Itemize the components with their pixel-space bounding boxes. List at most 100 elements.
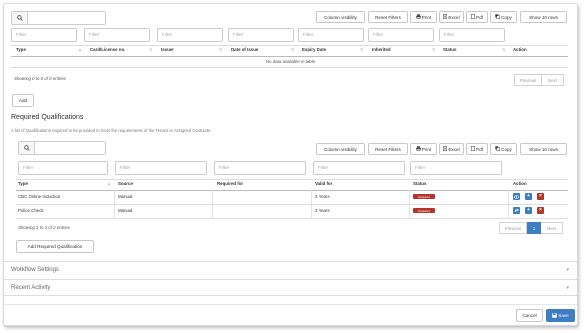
page-1-button[interactable]: 1 (527, 222, 541, 234)
button-label: Excel (448, 146, 460, 152)
filter-input[interactable]: Filter (298, 28, 364, 42)
pdf-button[interactable]: Pdf (466, 143, 488, 155)
button-label: Print (421, 146, 432, 152)
next-page-button[interactable]: Next (541, 222, 563, 234)
filter-input[interactable]: Filter (11, 28, 77, 42)
cell-valid-for: 3 Years (315, 194, 330, 199)
sort-icon[interactable]: ⇅ (502, 47, 505, 52)
previous-page-button[interactable]: Previous (514, 74, 542, 86)
column-header-status[interactable]: Status (443, 47, 456, 52)
add-button[interactable]: Add (12, 94, 34, 107)
plus-icon[interactable]: + (525, 193, 532, 200)
cell-type: Police Check (18, 208, 44, 213)
sort-icon[interactable]: ⇅ (291, 47, 294, 52)
column-header-inherited[interactable]: Inherited (372, 47, 391, 52)
footer-divider (4, 304, 577, 305)
plus-icon[interactable]: + (525, 207, 532, 214)
sort-icon[interactable]: ⇅ (432, 47, 435, 52)
reset-filters-button[interactable]: Reset Filters (368, 11, 408, 23)
filter-input[interactable]: Filter (410, 161, 502, 175)
sort-asc-icon[interactable]: ▲ (78, 47, 82, 52)
column-header-date-of-issue[interactable]: Date of Issue (231, 47, 258, 52)
excel-icon (443, 146, 448, 152)
filter-input[interactable]: Filter (228, 28, 294, 42)
section-title: Required Qualifications (11, 114, 84, 121)
print-button[interactable]: Print (410, 143, 437, 155)
print-button[interactable]: Print (410, 11, 437, 23)
divider (11, 45, 568, 46)
cancel-button[interactable]: Cancel (516, 309, 543, 322)
divider (16, 190, 568, 191)
print-icon (416, 14, 421, 20)
share-icon[interactable] (513, 207, 520, 214)
excel-button[interactable]: Excel (439, 143, 464, 155)
save-button[interactable]: Save (546, 309, 575, 322)
column-visibility-button[interactable]: Column visibility (316, 11, 365, 23)
search-input[interactable] (35, 142, 105, 154)
filter-input[interactable]: Filter (157, 28, 223, 42)
search-box[interactable] (11, 11, 106, 25)
button-label: Save (558, 313, 569, 318)
column-header-action: Action (513, 181, 527, 186)
column-header-valid-for[interactable]: Valid for (315, 181, 332, 186)
sort-icon[interactable]: ⇅ (360, 47, 363, 52)
column-header-issuer[interactable]: Issuer (161, 47, 174, 52)
divider (16, 204, 568, 205)
pdf-icon (471, 146, 476, 152)
close-icon[interactable]: × (537, 207, 544, 214)
sort-asc-icon[interactable]: ▲ (107, 181, 111, 186)
filter-input[interactable]: Filter (439, 28, 505, 42)
filter-input[interactable]: Filter (313, 161, 405, 175)
button-label: Pdf (476, 146, 483, 152)
button-label: Excel (448, 14, 460, 20)
filter-input[interactable]: Filter (18, 161, 108, 175)
copy-button[interactable]: Copy (490, 11, 517, 23)
accordion-label: Recent Activity (11, 284, 51, 291)
copy-button[interactable]: Copy (490, 143, 517, 155)
column-header-source[interactable]: Source (118, 181, 133, 186)
print-icon (416, 146, 421, 152)
sort-icon[interactable]: ⇅ (219, 47, 222, 52)
pdf-button[interactable]: Pdf (466, 11, 488, 23)
button-label: Add Required Qualification (27, 244, 83, 249)
table-info: Showing 1 to 2 of 2 entries (18, 225, 70, 230)
accordion-label: Workflow Settings (11, 267, 59, 273)
previous-page-button[interactable]: Previous (499, 222, 527, 234)
search-input[interactable] (28, 12, 105, 24)
close-icon[interactable]: × (537, 193, 544, 200)
column-header-required-for[interactable]: Required for (217, 181, 243, 186)
eye-icon[interactable] (513, 193, 520, 200)
column-header-card-license[interactable]: Card/License no. (90, 47, 125, 52)
column-header-type[interactable]: Type (16, 47, 26, 52)
divider (16, 218, 568, 219)
status-badge: Required (413, 194, 435, 199)
button-label: Add (18, 98, 28, 103)
filter-input[interactable]: Filter (214, 161, 306, 175)
filter-input[interactable]: Filter (84, 28, 150, 42)
column-header-type[interactable]: Type (18, 181, 28, 186)
save-icon (552, 312, 557, 319)
search-box[interactable] (18, 141, 106, 155)
filter-input[interactable]: Filter (115, 161, 207, 175)
column-header-action: Action (513, 47, 527, 52)
button-label: Print (421, 14, 432, 20)
accordion-recent-activity[interactable]: Recent Activity ▾ (4, 279, 577, 296)
column-header-expiry-date[interactable]: Expiry Date (302, 47, 326, 52)
accordion-workflow-settings[interactable]: Workflow Settings ▾ (4, 261, 577, 278)
show-rows-button[interactable]: Show 10 rows (520, 143, 567, 155)
button-label: Show 10 rows (529, 14, 558, 20)
column-header-status[interactable]: Status (413, 181, 426, 186)
column-visibility-button[interactable]: Column visibility (316, 143, 365, 155)
next-page-button[interactable]: Next (542, 74, 564, 86)
cell-source: Manual (118, 194, 133, 199)
reset-filters-button[interactable]: Reset Filters (368, 143, 408, 155)
copy-icon (495, 14, 501, 20)
button-label: Copy (501, 146, 512, 152)
search-icon (12, 12, 28, 24)
filter-input[interactable]: Filter (368, 28, 434, 42)
chevron-down-icon: ▾ (566, 284, 569, 291)
sort-icon[interactable]: ⇅ (149, 47, 152, 52)
excel-button[interactable]: Excel (439, 11, 464, 23)
show-rows-button[interactable]: Show 10 rows (520, 11, 567, 23)
add-required-qualification-button[interactable]: Add Required Qualification (16, 240, 94, 253)
